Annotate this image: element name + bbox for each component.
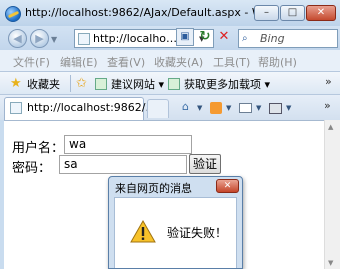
mail-icon[interactable] [239,103,252,113]
vertical-scrollbar[interactable]: ▲ ▼ [324,120,340,269]
suggested-sites-button[interactable]: 建议网站 ▾ [111,76,164,92]
address-text[interactable]: http://localho… [93,32,177,45]
maximize-button[interactable]: □ [280,5,305,21]
recent-pages-dropdown-icon[interactable]: ▼ [51,35,57,44]
toolbar-overflow-button[interactable]: » [324,99,331,112]
favorites-star-icon[interactable]: ★ [10,76,22,91]
tab-favicon-icon [10,102,22,114]
add-favorite-icon[interactable]: ✩ [76,76,87,91]
addons-icon [168,78,180,90]
dialog-close-button[interactable]: ✕ [216,179,239,193]
feeds-icon[interactable] [210,102,222,114]
forward-button[interactable]: ▶ [30,29,49,48]
scroll-up-icon[interactable]: ▲ [328,123,333,131]
mail-dropdown-icon[interactable]: ▼ [256,104,261,112]
favorites-bar: ★ 收藏夹 ✩ 建议网站 ▾ 获取更多加载项 ▾ » [0,72,340,95]
close-window-button[interactable]: ✕ [306,5,336,21]
menu-edit[interactable]: 编辑(E) [60,54,98,70]
ie-icon [5,6,21,22]
tab-title[interactable]: http://localhost:9862/… [27,101,156,114]
suggested-sites-icon [95,78,107,90]
tab-row: http://localhost:9862/… ⌂ ▼ ▼ ▼ ▼ » [0,95,340,120]
home-dropdown-icon[interactable]: ▼ [197,104,202,112]
search-icon[interactable]: ⌕ [242,32,256,45]
username-input[interactable]: wa [64,135,192,154]
stop-icon[interactable]: ✕ [216,28,232,46]
menu-view[interactable]: 查看(V) [107,54,145,70]
alert-dialog: 来自网页的消息 ✕ 验证失败！ [108,176,243,269]
menu-bar: 文件(F) 编辑(E) 查看(V) 收藏夹(A) 工具(T) 帮助(H) [0,50,340,72]
username-label: 用户名： [12,141,65,156]
compatibility-view-icon[interactable]: ▣ [176,28,194,46]
favorites-overflow-button[interactable]: » [325,75,332,88]
feeds-dropdown-icon[interactable]: ▼ [226,104,231,112]
warning-icon [130,220,156,243]
dialog-message: 验证失败！ [167,226,228,240]
favorites-button[interactable]: 收藏夹 [27,76,60,92]
minimize-button[interactable]: – [254,5,279,21]
print-dropdown-icon[interactable]: ▼ [286,104,291,112]
menu-tools[interactable]: 工具(T) [213,54,250,70]
get-more-addons-button[interactable]: 获取更多加载项 ▾ [184,76,270,92]
dialog-title: 来自网页的消息 [115,182,192,195]
password-input[interactable]: sa [59,155,187,174]
title-bar: http://localhost:9862/AJax/Default.aspx … [0,0,340,26]
menu-favorites[interactable]: 收藏夹(A) [154,54,203,70]
refresh-icon[interactable]: ↻ [196,28,214,46]
tab-current[interactable]: http://localhost:9862/… [4,97,156,120]
page-favicon-icon [78,33,90,45]
scroll-down-icon[interactable]: ▼ [328,259,333,267]
verify-button[interactable]: 验证 [189,154,221,174]
window-title: http://localhost:9862/AJax/Default.aspx … [25,6,291,19]
print-icon[interactable] [269,103,282,114]
divider [70,75,71,92]
password-label: 密码： [12,161,52,176]
dialog-body: 验证失败！ [114,197,237,268]
new-tab-button[interactable] [147,99,169,118]
home-icon[interactable]: ⌂ [182,100,189,113]
search-placeholder: Bing [260,32,285,45]
search-input[interactable]: ⌕ Bing [238,29,338,48]
back-button[interactable]: ◀ [8,29,27,48]
menu-help[interactable]: 帮助(H) [258,54,297,70]
menu-file[interactable]: 文件(F) [13,54,50,70]
